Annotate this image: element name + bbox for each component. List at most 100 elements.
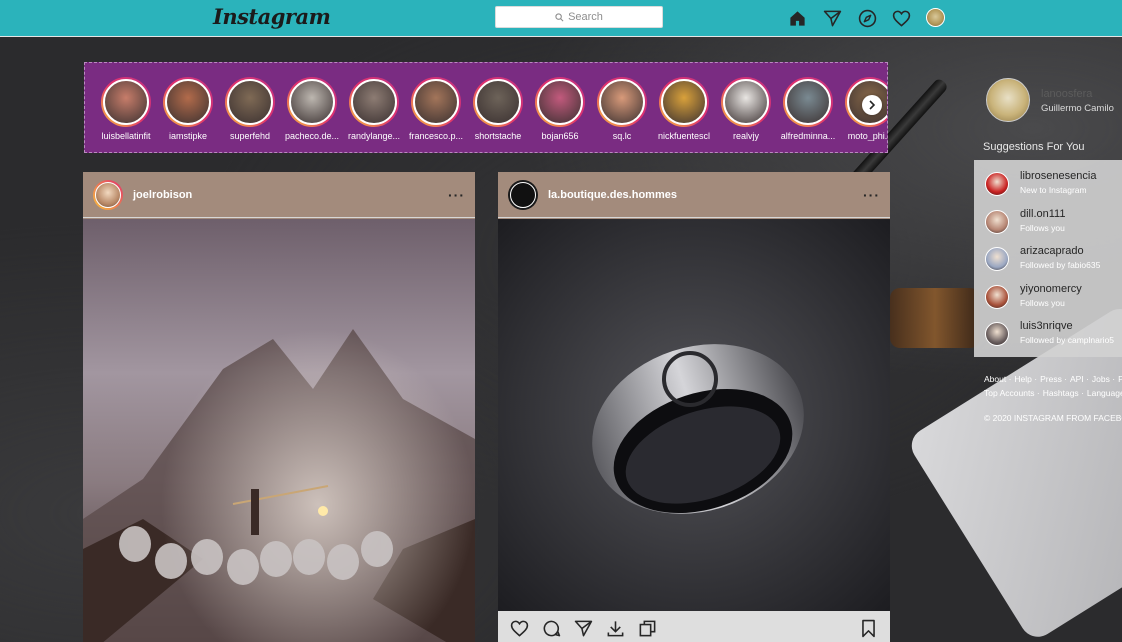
current-user-profile: lanoosfera Guillermo Camilo (986, 78, 1114, 122)
like-heart-icon[interactable] (510, 619, 529, 638)
post-image[interactable] (83, 219, 475, 642)
story-username: francesco.p... (408, 131, 464, 141)
story-ring (225, 77, 275, 127)
more-options-icon[interactable]: ··· (448, 187, 465, 203)
story-avatar (723, 79, 769, 125)
bookmark-icon[interactable] (859, 619, 878, 638)
copy-icon[interactable] (638, 619, 657, 638)
story-item[interactable]: randylange... (343, 77, 405, 141)
suggestion-username[interactable]: arizacaprado (1020, 245, 1084, 257)
profile-handle[interactable]: lanoosfera (1041, 88, 1092, 100)
story-item[interactable]: pacheco.de... (281, 77, 343, 141)
story-username: luisbellatinfit (101, 131, 151, 141)
suggestion-avatar[interactable] (985, 247, 1009, 271)
post-username[interactable]: joelrobison (133, 189, 448, 201)
story-item[interactable]: francesco.p... (405, 77, 467, 141)
post-header: joelrobison ··· (83, 172, 475, 218)
profile-avatar-large[interactable] (986, 78, 1030, 122)
suggestion-item[interactable]: yiyonomercy Follows you (985, 283, 1122, 313)
suggestions-title: Suggestions For You (983, 141, 1085, 153)
suggestion-username[interactable]: dill.on111 (1020, 208, 1065, 220)
suggestion-avatar[interactable] (985, 172, 1009, 196)
footer-link[interactable]: API · (1070, 374, 1089, 384)
suggestion-username[interactable]: luis3nriqve (1020, 320, 1073, 332)
suggestion-avatar[interactable] (985, 284, 1009, 309)
download-icon[interactable] (606, 619, 625, 638)
story-username: nickfuentescl (657, 131, 711, 141)
footer-link[interactable]: About · (984, 374, 1011, 384)
story-avatar (537, 79, 583, 125)
story-item[interactable]: alfredminna... (777, 77, 839, 141)
suggestion-item[interactable]: luis3nriqve Followed by camplnario5 (985, 320, 1122, 350)
story-ring (101, 77, 151, 127)
story-item[interactable]: bojan656 (529, 77, 591, 141)
suggestion-reason: Followed by fabio635 (1020, 260, 1101, 270)
profile-full-name: Guillermo Camilo (1041, 103, 1114, 114)
stories-next-button[interactable] (862, 95, 882, 115)
post-actions-bar (498, 611, 890, 642)
suggestion-reason: New to Instagram (1020, 185, 1087, 195)
feed-post: joelrobison ··· (83, 172, 475, 642)
feed-post: la.boutique.des.hommes ··· (498, 172, 890, 642)
instagram-logo[interactable]: Instagram (213, 4, 331, 29)
story-ring (349, 77, 399, 127)
story-item[interactable]: superfehd (219, 77, 281, 141)
share-icon[interactable] (574, 619, 593, 638)
story-item[interactable]: sq.lc (591, 77, 653, 141)
post-image[interactable] (498, 219, 890, 611)
story-username: pacheco.de... (284, 131, 340, 141)
activity-heart-icon[interactable] (891, 8, 911, 28)
footer-link[interactable]: Language (1087, 388, 1122, 398)
footer-link[interactable]: Press · (1040, 374, 1067, 384)
story-avatar (103, 79, 149, 125)
search-input[interactable]: Search (495, 6, 663, 28)
search-icon (555, 12, 564, 21)
story-username: superfehd (229, 131, 271, 141)
story-username: iamstipke (168, 131, 207, 141)
story-item[interactable]: iamstipke (157, 77, 219, 141)
suggestion-avatar[interactable] (985, 209, 1009, 234)
stories-tray: luisbellatinfit iamstipke superfehd pacheco… (84, 62, 888, 153)
suggestion-username[interactable]: librosenesencia (1020, 170, 1096, 182)
suggestion-reason: Follows you (1020, 222, 1065, 233)
desk-bottle-decoration (890, 288, 980, 348)
story-avatar (227, 79, 273, 125)
story-avatar (785, 79, 831, 125)
suggestions-list: librosenesencia New to Instagram dill.on11… (974, 160, 1122, 357)
story-avatar (475, 79, 521, 125)
footer-link[interactable]: Help · (1014, 374, 1037, 384)
explore-icon[interactable] (857, 8, 877, 28)
story-item[interactable]: luisbellatinfit (95, 77, 157, 141)
story-item[interactable]: shortstache (467, 77, 529, 141)
footer-link[interactable]: Privacy (1118, 374, 1122, 384)
footer-links: About ·Help ·Press ·API ·Jobs ·Privacy T… (984, 372, 1122, 400)
suggestion-username[interactable]: yiyonomercy (1020, 283, 1082, 295)
comment-icon[interactable] (542, 619, 561, 638)
story-avatar (289, 79, 335, 125)
post-avatar[interactable] (508, 179, 538, 210)
story-ring (287, 77, 337, 127)
post-username[interactable]: la.boutique.des.hommes (548, 189, 863, 201)
suggestion-item[interactable]: arizacaprado Followed by fabio635 (985, 245, 1122, 275)
profile-avatar[interactable] (926, 8, 945, 27)
direct-icon[interactable] (822, 8, 842, 28)
story-username: shortstache (474, 131, 522, 141)
search-placeholder: Search (568, 11, 603, 23)
suggestion-item[interactable]: librosenesencia New to Instagram (985, 170, 1122, 200)
story-avatar (599, 79, 645, 125)
post-avatar[interactable] (93, 179, 123, 210)
footer-link[interactable]: Hashtags · (1043, 388, 1084, 398)
post-header: la.boutique.des.hommes ··· (498, 172, 890, 218)
copyright: © 2020 INSTAGRAM FROM FACEBOOK (984, 413, 1122, 423)
footer-link[interactable]: Jobs · (1092, 374, 1115, 384)
story-item[interactable]: nickfuentescl (653, 77, 715, 141)
home-icon[interactable] (787, 8, 807, 28)
story-ring (659, 77, 709, 127)
story-username: bojan656 (541, 131, 579, 141)
story-ring (411, 77, 461, 127)
suggestion-avatar[interactable] (985, 322, 1009, 346)
more-options-icon[interactable]: ··· (863, 187, 880, 203)
story-item[interactable]: realvjy (715, 77, 777, 141)
footer-link[interactable]: Top Accounts · (984, 388, 1040, 398)
suggestion-item[interactable]: dill.on111 Follows you (985, 208, 1122, 238)
